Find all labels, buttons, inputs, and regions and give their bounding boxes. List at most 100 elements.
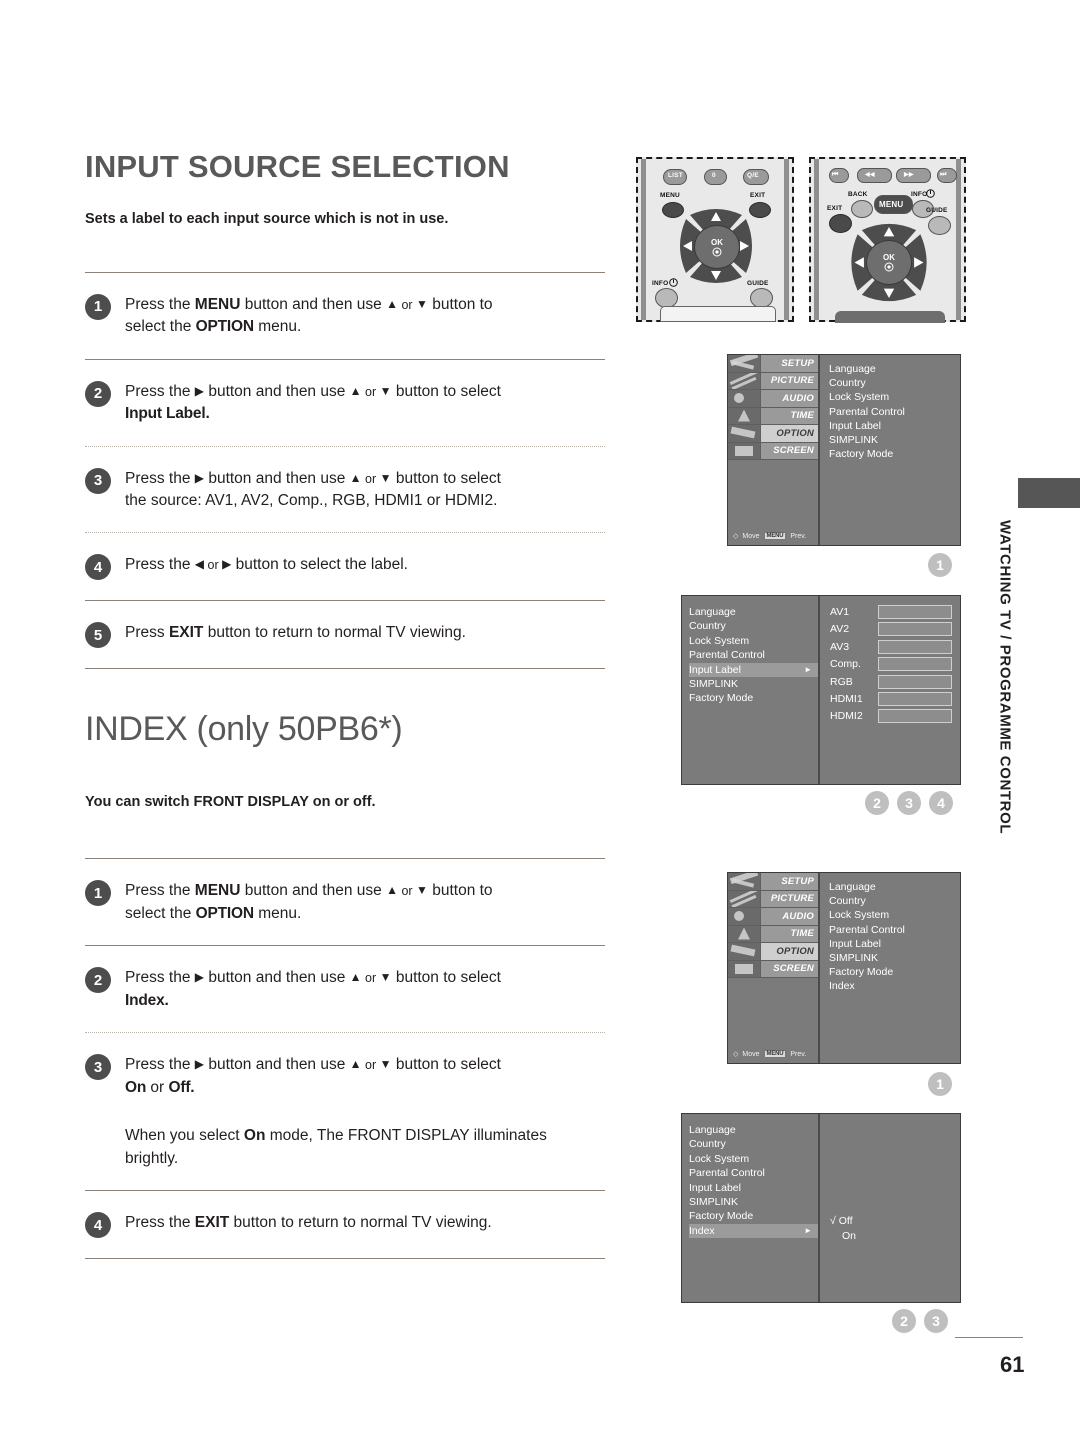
source-value-field[interactable]: [878, 639, 952, 654]
source-value-field[interactable]: [878, 691, 952, 706]
osd-menu-item[interactable]: SIMPLINK: [689, 677, 818, 691]
info-button-label: INFO: [652, 280, 669, 287]
source-value-field[interactable]: [878, 622, 952, 637]
source-row[interactable]: HDMI1: [830, 691, 960, 706]
source-row[interactable]: RGB: [830, 674, 960, 689]
remote-control-diagram-2: ⏮ ◀◀ ▶▶ ⏭ BACK MENU INFO EXIT GUIDE OK: [809, 157, 966, 323]
source-label: RGB: [830, 675, 853, 688]
osd-tab-label: PICTURE: [760, 372, 818, 389]
osd-tab-screen[interactable]: SCREEN: [728, 442, 818, 460]
step-text-part: button to select the label.: [231, 556, 408, 574]
osd-tab-time[interactable]: TIME: [728, 407, 818, 425]
remote-bottom-edge: [835, 311, 945, 323]
source-row[interactable]: AV2: [830, 622, 960, 637]
osd-source-column: AV1 AV2 AV3 Comp. RGB HDMI1 HDMI2: [820, 596, 960, 784]
list-button-label: LIST: [668, 172, 683, 179]
step-text-part: select the: [125, 318, 196, 336]
osd-tab-audio[interactable]: AUDIO: [728, 908, 818, 926]
osd-menu-item[interactable]: Country: [829, 376, 960, 390]
down-arrow-icon: ▼: [379, 1057, 392, 1072]
osd-index-menu: Language Country Lock System Parental Co…: [681, 1113, 961, 1303]
step-text-part: button and then use: [204, 969, 350, 987]
osd-menu-item[interactable]: Factory Mode: [689, 1209, 818, 1223]
osd-input-label-menu: Language Country Lock System Parental Co…: [681, 595, 961, 785]
source-value-field[interactable]: [878, 605, 952, 619]
osd-menu-item[interactable]: Language: [689, 605, 818, 619]
move-diamond-icon: ◇: [733, 1051, 739, 1058]
source-row[interactable]: AV1: [830, 605, 960, 619]
osd-menu-item[interactable]: Input Label: [829, 419, 960, 433]
osd-menu-item[interactable]: Parental Control: [829, 923, 960, 937]
osd-menu-item[interactable]: Country: [689, 619, 818, 633]
osd-menu-item[interactable]: Language: [829, 880, 960, 894]
step-markers-4: 2 3: [892, 1309, 948, 1333]
osd-tab-setup[interactable]: SETUP: [728, 355, 818, 373]
step-badge: 2: [85, 967, 111, 994]
osd-tab-option[interactable]: OPTION: [728, 943, 818, 961]
right-arrow-icon: ▶: [222, 557, 232, 572]
move-label: Move: [742, 532, 760, 540]
osd-menu-item-label: Index: [689, 1224, 715, 1237]
osd-menu-item[interactable]: SIMPLINK: [829, 433, 960, 447]
osd-tab-picture[interactable]: PICTURE: [728, 890, 818, 908]
ok-button: OK: [694, 225, 740, 269]
source-row[interactable]: Comp.: [830, 657, 960, 672]
osd-menu-item[interactable]: SIMPLINK: [829, 951, 960, 965]
osd-menu-item[interactable]: Lock System: [689, 1152, 818, 1166]
osd-tab-setup[interactable]: SETUP: [728, 873, 818, 891]
source-row[interactable]: AV3: [830, 639, 960, 654]
osd-menu-item-selected[interactable]: Index ►: [689, 1223, 818, 1239]
osd-option-menu-2: SETUP PICTURE AUDIO TIME OPTION SCREEN ◇…: [727, 872, 961, 1064]
osd-option-off[interactable]: √ Off: [830, 1214, 960, 1229]
osd-menu-item[interactable]: Factory Mode: [689, 691, 818, 705]
step-text-part: Press the: [125, 1214, 195, 1232]
osd-options-column: √ Off On: [820, 1114, 960, 1302]
osd-tab-audio[interactable]: AUDIO: [728, 390, 818, 408]
setup-thumbnail: [728, 355, 760, 372]
osd-menu-item[interactable]: SIMPLINK: [689, 1195, 818, 1209]
step-text-part: button to select: [391, 469, 501, 487]
osd-menu-item[interactable]: Lock System: [689, 634, 818, 648]
down-arrow-icon: ▼: [379, 470, 392, 485]
osd-menu-item[interactable]: Factory Mode: [829, 965, 960, 979]
source-value-field[interactable]: [878, 674, 952, 689]
osd-menu-item[interactable]: Input Label: [829, 937, 960, 951]
osd-tab-option[interactable]: OPTION: [728, 425, 818, 443]
osd-menu-item[interactable]: Lock System: [829, 390, 960, 404]
osd-menu-item[interactable]: Language: [829, 362, 960, 376]
osd-menu-item[interactable]: Factory Mode: [829, 447, 960, 461]
osd-menu-item[interactable]: Country: [829, 894, 960, 908]
source-value-field[interactable]: [878, 657, 952, 672]
osd-menu-item-label: Language: [689, 1124, 736, 1136]
osd-option-on[interactable]: On: [830, 1229, 960, 1244]
osd-menu-item[interactable]: Parental Control: [829, 405, 960, 419]
step-badge: 5: [85, 622, 111, 649]
osd-menu-item[interactable]: Input Label: [689, 1181, 818, 1195]
power-icon: [884, 262, 894, 272]
step-markers-2: 2 3 4: [865, 791, 953, 815]
step-text: Press the ◀ or ▶ button to select the la…: [125, 553, 408, 576]
osd-menu-item[interactable]: Index: [829, 979, 960, 993]
skip-back-label: ⏮: [832, 171, 839, 178]
step-text-part: Press the: [125, 556, 195, 574]
osd-menu-item[interactable]: Parental Control: [689, 648, 818, 662]
menu-key-badge: MENU: [763, 532, 787, 540]
down-arrow-icon: ▼: [379, 970, 392, 985]
osd-tab-picture[interactable]: PICTURE: [728, 372, 818, 390]
chevron-right-icon: ►: [804, 664, 812, 674]
step-item: 1 Press the MENU button and then use ▲ o…: [85, 859, 605, 945]
osd-menu-item-selected[interactable]: Input Label ►: [689, 662, 818, 678]
source-row[interactable]: HDMI2: [830, 709, 960, 724]
page-title-index: INDEX (only 50PB6*): [85, 710, 403, 749]
osd-tab-screen[interactable]: SCREEN: [728, 960, 818, 978]
step-marker: 1: [928, 1072, 952, 1096]
osd-tab-time[interactable]: TIME: [728, 925, 818, 943]
source-value-field[interactable]: [878, 709, 952, 724]
osd-menu-item[interactable]: Parental Control: [689, 1166, 818, 1180]
osd-menu-item[interactable]: Lock System: [829, 908, 960, 922]
osd-menu-item[interactable]: Language: [689, 1123, 818, 1137]
osd-menu-item[interactable]: Country: [689, 1137, 818, 1151]
picture-thumbnail: [728, 890, 760, 907]
prev-label: Prev.: [790, 1050, 807, 1058]
step-marker: 3: [924, 1309, 948, 1333]
